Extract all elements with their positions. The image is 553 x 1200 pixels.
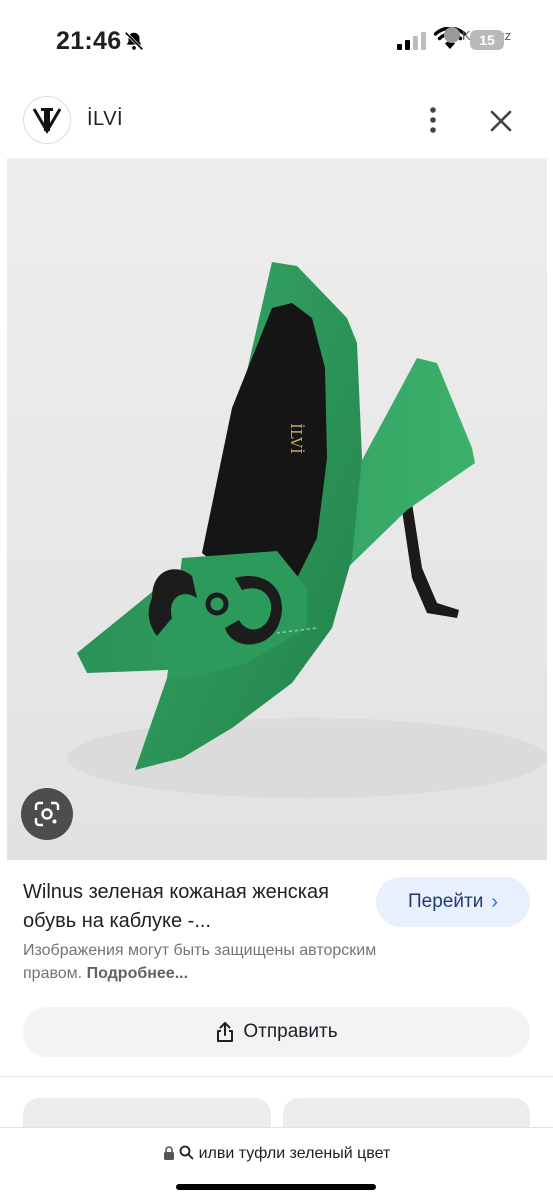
site-logo[interactable] — [23, 96, 71, 144]
green-shoes-illustration: İLVİ — [67, 262, 547, 798]
browser-bottom-bar: илви туфли зеленый цвет — [0, 1127, 553, 1200]
visit-button[interactable]: Перейти › — [376, 877, 530, 927]
battery-icon: 15 — [470, 30, 504, 50]
status-bar: 21:46 Kaspi.kz 15 — [0, 0, 553, 82]
insole-brand: İLVİ — [287, 423, 305, 454]
more-vert-icon[interactable] — [420, 104, 446, 136]
visit-button-label: Перейти — [408, 891, 484, 912]
close-icon[interactable] — [486, 106, 516, 136]
ilvi-logo-icon — [32, 108, 62, 134]
copyright-text: Изображения могут быть защищены авторски… — [23, 942, 377, 982]
learn-more-link[interactable]: Подробнее... — [87, 965, 188, 982]
chevron-right-icon: › — [491, 890, 498, 913]
share-button[interactable]: Отправить — [23, 1007, 530, 1057]
google-lens-icon — [34, 801, 60, 827]
product-image[interactable]: İLVİ — [7, 158, 547, 860]
google-lens-button[interactable] — [21, 788, 73, 840]
back-app-icon — [444, 27, 460, 43]
copyright-notice: Изображения могут быть защищены авторски… — [23, 939, 423, 985]
section-divider — [0, 1076, 553, 1077]
search-query: илви туфли зеленый цвет — [198, 1145, 391, 1162]
bell-off-icon — [124, 31, 144, 51]
lens-result-header: İLVİ — [0, 82, 553, 158]
site-name[interactable]: İLVİ — [87, 108, 123, 131]
status-time: 21:46 — [56, 27, 122, 55]
search-icon — [179, 1145, 194, 1160]
result-title[interactable]: Wilnus зеленая кожаная женская обувь на … — [23, 878, 363, 936]
home-indicator[interactable] — [176, 1184, 376, 1190]
address-bar[interactable]: илви туфли зеленый цвет — [0, 1145, 553, 1163]
share-icon — [217, 1022, 234, 1042]
share-button-label: Отправить — [243, 1021, 338, 1042]
lock-icon — [163, 1146, 174, 1160]
signal-icon — [397, 32, 426, 50]
